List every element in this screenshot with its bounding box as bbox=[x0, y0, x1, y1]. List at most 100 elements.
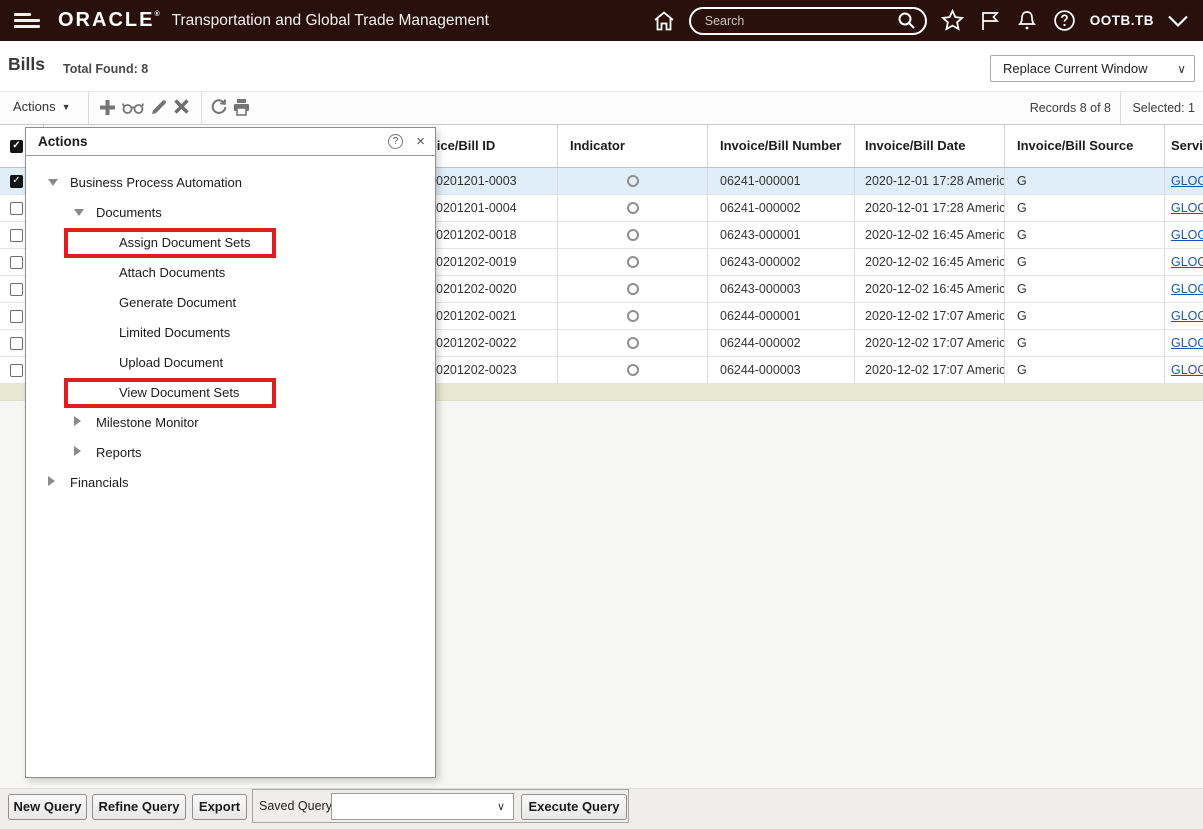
actions-menu-item[interactable]: Generate Document bbox=[26, 288, 435, 318]
expander-down-icon[interactable] bbox=[74, 209, 84, 216]
invoice-bill-number-cell: 06243-000003 bbox=[708, 276, 855, 302]
query-bar: New Query Refine Query Export Saved Quer… bbox=[0, 788, 1203, 829]
flag-icon[interactable] bbox=[978, 9, 1002, 33]
top-header: ORACLE® Transportation and Global Trade … bbox=[0, 0, 1203, 41]
row-checkbox[interactable] bbox=[10, 364, 23, 377]
glog-link[interactable]: GLOG bbox=[1171, 357, 1203, 383]
invoice-bill-number-cell: 06241-000002 bbox=[708, 195, 855, 221]
indicator-icon bbox=[627, 364, 639, 376]
search-input[interactable] bbox=[705, 14, 897, 28]
invoice-bill-date-cell: 2020-12-02 17:07 Americ... bbox=[855, 357, 1005, 383]
invoice-bill-date-cell: 2020-12-02 16:45 Americ... bbox=[855, 249, 1005, 275]
refine-query-button[interactable]: Refine Query bbox=[92, 794, 186, 820]
new-query-button[interactable]: New Query bbox=[8, 794, 87, 820]
actions-menu-item-label: Milestone Monitor bbox=[96, 415, 199, 430]
popup-close-icon[interactable]: × bbox=[416, 133, 425, 150]
refresh-icon[interactable] bbox=[210, 98, 228, 116]
actions-menu-tree: Business Process AutomationDocumentsAssi… bbox=[26, 156, 435, 498]
row-checkbox[interactable] bbox=[10, 283, 23, 296]
expander-down-icon[interactable] bbox=[48, 179, 58, 186]
invoice-bill-date-cell: 2020-12-02 17:07 Americ... bbox=[855, 303, 1005, 329]
view-record-glasses-icon[interactable] bbox=[122, 101, 144, 115]
actions-menu-item[interactable]: Limited Documents bbox=[26, 318, 435, 348]
indicator-icon bbox=[627, 229, 639, 241]
service-cell: GLOG bbox=[1165, 357, 1203, 383]
actions-menu-item[interactable]: Milestone Monitor bbox=[26, 408, 435, 438]
home-icon[interactable] bbox=[652, 9, 676, 33]
row-checkbox[interactable]: ✓ bbox=[10, 175, 23, 188]
expander-right-icon[interactable] bbox=[74, 446, 81, 456]
toolbar-separator bbox=[201, 92, 202, 124]
selected-count-label: Selected: 1 bbox=[1132, 101, 1195, 115]
edit-pencil-icon[interactable] bbox=[150, 98, 168, 116]
help-icon[interactable] bbox=[1052, 8, 1077, 33]
saved-query-select[interactable]: ∨ bbox=[331, 793, 514, 820]
saved-query-label: Saved Query: bbox=[259, 799, 335, 813]
indicator-cell bbox=[558, 249, 708, 275]
column-header-invoice-bill-source[interactable]: Invoice/Bill Source bbox=[1005, 125, 1165, 167]
actions-popup: Actions ? × Business Process AutomationD… bbox=[25, 127, 436, 778]
saved-query-group: Saved Query: ∨ Execute Query bbox=[252, 789, 629, 823]
actions-menu-item[interactable]: Reports bbox=[26, 438, 435, 468]
column-header-indicator[interactable]: Indicator bbox=[558, 125, 708, 167]
invoice-bill-source-cell: G bbox=[1005, 330, 1165, 356]
current-user-label[interactable]: OOTB.TB bbox=[1090, 13, 1154, 28]
glog-link[interactable]: GLOG bbox=[1171, 303, 1203, 329]
glog-link[interactable]: GLOG bbox=[1171, 168, 1203, 194]
indicator-icon bbox=[627, 256, 639, 268]
column-header-invoice-bill-date[interactable]: Invoice/Bill Date bbox=[855, 125, 1005, 167]
actions-menu-item-label: Upload Document bbox=[119, 355, 223, 370]
actions-menu-item[interactable]: Business Process Automation bbox=[26, 168, 435, 198]
notifications-bell-icon[interactable] bbox=[1015, 9, 1039, 33]
row-checkbox[interactable] bbox=[10, 337, 23, 350]
user-menu-chevron-icon[interactable] bbox=[1167, 14, 1189, 28]
row-checkbox[interactable] bbox=[10, 256, 23, 269]
service-cell: GLOG bbox=[1165, 195, 1203, 221]
oracle-logo: ORACLE® bbox=[58, 9, 162, 32]
invoice-bill-number-cell: 06243-000001 bbox=[708, 222, 855, 248]
expander-right-icon[interactable] bbox=[74, 416, 81, 426]
actions-menu-item-label: Generate Document bbox=[119, 295, 236, 310]
invoice-bill-date-cell: 2020-12-02 16:45 Americ... bbox=[855, 222, 1005, 248]
glog-link[interactable]: GLOG bbox=[1171, 276, 1203, 302]
select-all-checkbox[interactable]: ✓ bbox=[10, 140, 23, 153]
invoice-bill-number-cell: 06241-000001 bbox=[708, 168, 855, 194]
column-header-service[interactable]: Servic bbox=[1165, 125, 1203, 167]
hamburger-menu-icon[interactable] bbox=[14, 10, 40, 31]
export-button[interactable]: Export bbox=[192, 794, 247, 820]
invoice-bill-number-cell: 06244-000002 bbox=[708, 330, 855, 356]
expander-right-icon[interactable] bbox=[48, 476, 55, 486]
glog-link[interactable]: GLOG bbox=[1171, 222, 1203, 248]
indicator-icon bbox=[627, 175, 639, 187]
actions-menu-item[interactable]: Financials bbox=[26, 468, 435, 498]
row-checkbox[interactable] bbox=[10, 310, 23, 323]
actions-menu-item[interactable]: Documents bbox=[26, 198, 435, 228]
invoice-bill-number-cell: 06243-000002 bbox=[708, 249, 855, 275]
service-cell: GLOG bbox=[1165, 330, 1203, 356]
popup-help-icon[interactable]: ? bbox=[388, 134, 403, 149]
row-checkbox[interactable] bbox=[10, 229, 23, 242]
indicator-cell bbox=[558, 276, 708, 302]
actions-menu-item[interactable]: Assign Document Sets bbox=[26, 228, 435, 258]
actions-menu-item-label: Financials bbox=[70, 475, 129, 490]
actions-menu-item[interactable]: Upload Document bbox=[26, 348, 435, 378]
actions-menu-item[interactable]: Attach Documents bbox=[26, 258, 435, 288]
glog-link[interactable]: GLOG bbox=[1171, 249, 1203, 275]
window-mode-value: Replace Current Window bbox=[1003, 61, 1148, 76]
glog-link[interactable]: GLOG bbox=[1171, 330, 1203, 356]
favorites-star-icon[interactable] bbox=[940, 8, 965, 33]
actions-menu-button[interactable]: Actions ▼ bbox=[13, 99, 71, 114]
execute-query-button[interactable]: Execute Query bbox=[521, 794, 627, 820]
glog-link[interactable]: GLOG bbox=[1171, 195, 1203, 221]
window-mode-select[interactable]: Replace Current Window ∨ bbox=[990, 55, 1195, 82]
add-record-icon[interactable] bbox=[98, 98, 117, 117]
row-checkbox[interactable] bbox=[10, 202, 23, 215]
column-header-invoice-bill-number[interactable]: Invoice/Bill Number bbox=[708, 125, 855, 167]
search-icon[interactable] bbox=[897, 11, 916, 30]
total-found-label: Total Found: 8 bbox=[63, 62, 148, 76]
invoice-bill-source-cell: G bbox=[1005, 276, 1165, 302]
actions-menu-item[interactable]: View Document Sets bbox=[26, 378, 435, 408]
delete-x-icon[interactable] bbox=[173, 98, 190, 115]
print-icon[interactable] bbox=[232, 98, 251, 116]
invoice-bill-date-cell: 2020-12-02 16:45 Americ... bbox=[855, 276, 1005, 302]
